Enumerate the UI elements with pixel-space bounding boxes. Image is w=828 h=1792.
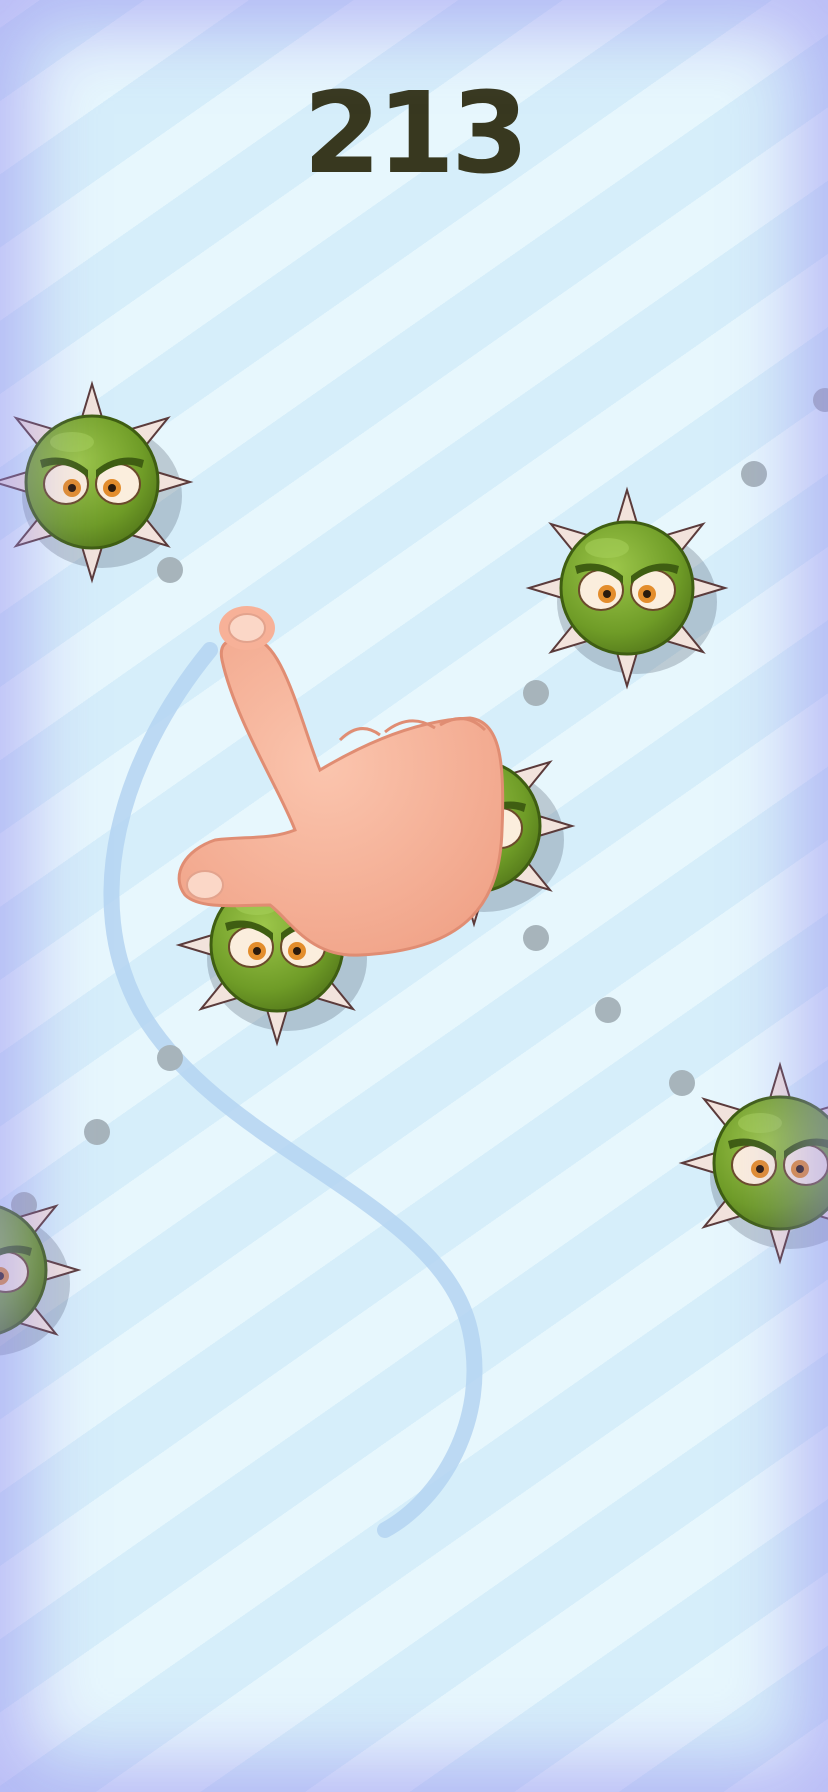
gray-dot-icon [523,925,549,951]
game-scene [0,382,828,1538]
spiky-green-mine-icon[interactable] [527,488,727,688]
gray-dot-icon [84,1119,110,1145]
gray-dot-icon [595,997,621,1023]
game-board[interactable]: 213 [0,0,828,1792]
gray-dot-icon [669,1070,695,1096]
gray-dot-icon [813,388,828,412]
pointing-hand-icon [177,606,505,957]
gray-dot-icon [157,1045,183,1071]
gray-dot-icon [741,461,767,487]
gray-dot-icon [523,680,549,706]
spiky-green-mine-icon[interactable] [0,382,192,582]
spiky-green-mine-icon[interactable] [680,1063,828,1263]
score-counter: 213 [303,69,529,199]
gray-dot-icon [157,557,183,583]
